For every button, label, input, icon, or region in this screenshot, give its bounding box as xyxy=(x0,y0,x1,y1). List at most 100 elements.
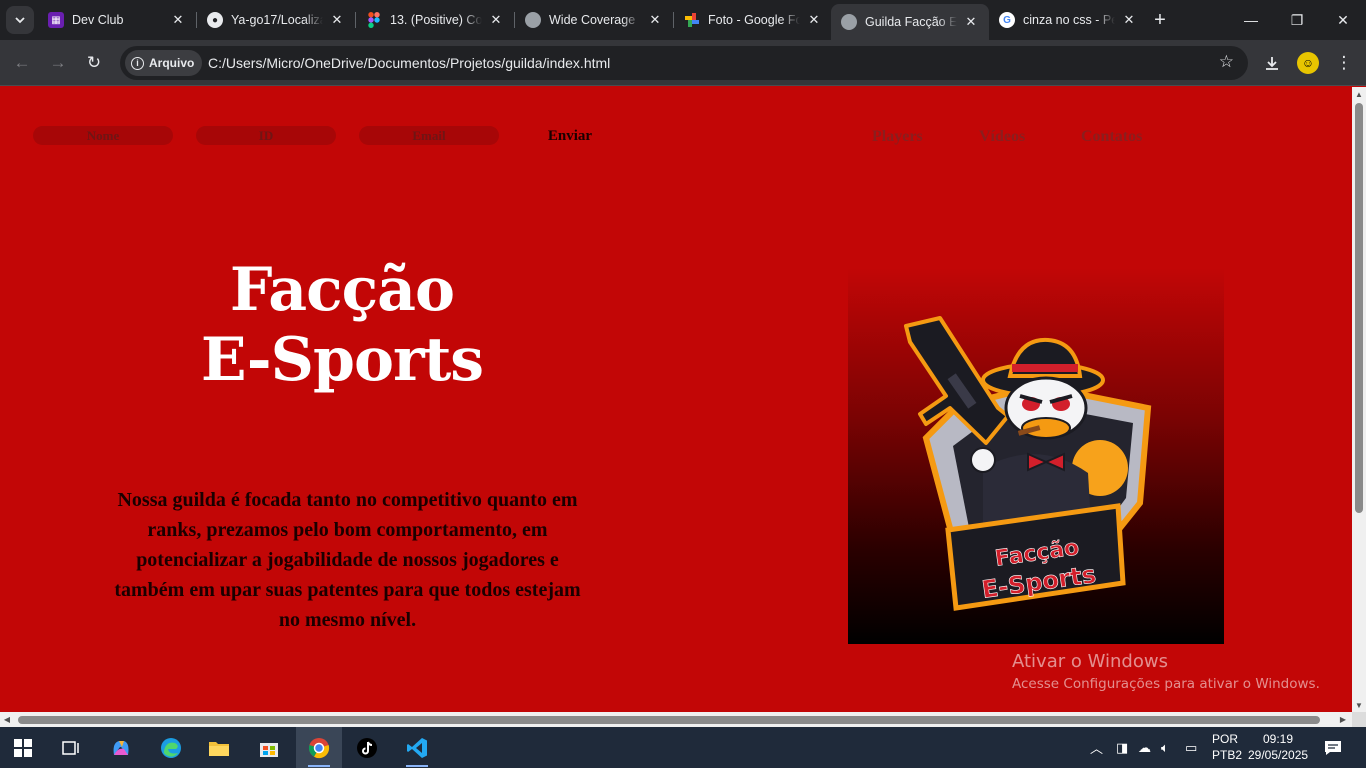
keyboard-layout: PTB2 xyxy=(1212,748,1243,762)
windows-taskbar: ︿ ◨ ☁ 🔈︎ ▭ POR PTB2 09:19 29/05/2025 xyxy=(0,727,1366,768)
close-icon[interactable]: ✕ xyxy=(963,14,979,30)
tab-title: Ya-go17/Localiza xyxy=(231,13,323,27)
microsoft-store-button[interactable] xyxy=(246,727,292,768)
figma-icon xyxy=(366,12,382,28)
arrow-right-icon: → xyxy=(49,53,67,72)
vertical-scroll-thumb[interactable] xyxy=(1355,103,1363,513)
input-language[interactable]: POR PTB2 xyxy=(1212,731,1242,763)
tab-cinza-css[interactable]: G cinza no css - Pe ✕ xyxy=(989,4,1147,36)
nav-videos-link[interactable]: Vídeos xyxy=(979,128,1025,146)
clock-time: 09:19 xyxy=(1262,732,1294,746)
hero-description: Nossa guilda é focada tanto no competiti… xyxy=(114,489,581,631)
close-icon[interactable]: ✕ xyxy=(170,12,186,28)
id-input[interactable] xyxy=(196,126,336,145)
language-code: POR xyxy=(1212,732,1239,746)
hero-title-line1: Facção xyxy=(229,255,455,325)
scroll-right-icon[interactable]: ▶ xyxy=(1336,712,1350,727)
start-button[interactable] xyxy=(0,727,46,768)
task-view-icon xyxy=(62,740,79,755)
scroll-corner xyxy=(1352,712,1366,727)
tab-title: cinza no css - Pe xyxy=(1023,13,1115,27)
hero-title-line2: E-Sports xyxy=(200,325,484,395)
tab-title: Wide Coverage xyxy=(549,13,636,27)
address-bar[interactable]: i Arquivo C:/Users/Micro/OneDrive/Docume… xyxy=(120,46,1248,80)
close-icon[interactable]: ✕ xyxy=(1121,12,1137,28)
restore-button[interactable]: ❐ xyxy=(1274,0,1320,40)
notifications-button[interactable] xyxy=(1324,727,1342,768)
avatar-icon: ☺ xyxy=(1301,56,1315,70)
devclub-icon: ▦ xyxy=(48,12,64,28)
copilot-button[interactable] xyxy=(98,727,144,768)
tab-title: 13. (Positive) Cor xyxy=(390,13,482,27)
store-icon xyxy=(260,742,278,757)
tray-meet-now[interactable]: ◨ xyxy=(1116,727,1128,768)
show-hidden-icons-button[interactable]: ︿ xyxy=(1090,727,1103,768)
close-icon[interactable]: ✕ xyxy=(329,12,345,28)
web-page: Enviar Players Vídeos Contatos Facção E-… xyxy=(0,87,1352,712)
tab-figma[interactable]: 13. (Positive) Cor ✕ xyxy=(356,4,514,36)
file-explorer-button[interactable] xyxy=(196,727,242,768)
info-icon: i xyxy=(131,56,144,70)
new-tab-button[interactable]: + xyxy=(1148,8,1172,32)
profile-avatar[interactable]: ☺ xyxy=(1297,52,1319,74)
url-text[interactable]: C:/Users/Micro/OneDrive/Documentos/Proje… xyxy=(208,55,610,71)
chevron-up-icon: ︿ xyxy=(1090,741,1104,756)
task-view-button[interactable] xyxy=(48,727,94,768)
scroll-left-icon[interactable]: ◀ xyxy=(0,712,14,727)
vscode-button[interactable] xyxy=(394,727,440,768)
speaker-icon: 🔈︎ xyxy=(1161,739,1169,755)
forward-button[interactable]: → xyxy=(44,49,72,77)
close-icon[interactable]: ✕ xyxy=(806,12,822,28)
close-icon[interactable]: ✕ xyxy=(488,12,504,28)
plus-icon: + xyxy=(1154,8,1166,31)
scroll-down-icon[interactable]: ▼ xyxy=(1352,698,1366,712)
tray-volume[interactable]: 🔈︎ xyxy=(1161,727,1169,768)
site-info-chip[interactable]: i Arquivo xyxy=(125,50,203,76)
copilot-icon xyxy=(113,740,129,755)
tab-search-button[interactable] xyxy=(6,6,34,34)
clock-date: 29/05/2025 xyxy=(1248,748,1309,762)
bookmark-star-icon[interactable]: ☆ xyxy=(1219,52,1234,72)
horizontal-scroll-thumb[interactable] xyxy=(18,716,1320,724)
email-input[interactable] xyxy=(359,126,499,145)
browser-toolbar: ← → ↻ i Arquivo C:/Users/Micro/OneDrive/… xyxy=(0,40,1366,86)
nav-contatos-link[interactable]: Contatos xyxy=(1081,128,1142,146)
tab-google-photos[interactable]: Foto - Google Fo ✕ xyxy=(674,4,832,36)
submit-button[interactable]: Enviar xyxy=(530,126,610,146)
menu-button[interactable]: ⋮ xyxy=(1330,49,1358,77)
arrow-left-icon: ← xyxy=(13,53,31,72)
back-button[interactable]: ← xyxy=(8,49,36,77)
vertical-scrollbar[interactable]: ▲ ▼ xyxy=(1352,87,1366,712)
edge-button[interactable] xyxy=(148,727,194,768)
nav-players-link[interactable]: Players xyxy=(872,128,923,146)
windows-activation-title: Ativar o Windows xyxy=(1012,651,1168,672)
downloads-button[interactable] xyxy=(1258,49,1286,77)
guild-logo-image: Facção E-Sports xyxy=(848,268,1224,644)
name-input[interactable] xyxy=(33,126,173,145)
taskbar-clock[interactable]: 09:19 29/05/2025 xyxy=(1248,731,1308,763)
tab-dev-club[interactable]: ▦ Dev Club ✕ xyxy=(38,4,196,36)
minimize-button[interactable]: — xyxy=(1228,0,1274,40)
tab-github[interactable]: ● Ya-go17/Localiza ✕ xyxy=(197,4,355,36)
tiktok-button[interactable] xyxy=(344,727,390,768)
tab-guilda-active[interactable]: Guilda Facção E ✕ xyxy=(831,4,989,40)
chrome-taskbar-button[interactable] xyxy=(296,727,342,768)
chevron-down-icon xyxy=(15,17,25,24)
notification-icon xyxy=(1325,740,1341,755)
horizontal-scrollbar[interactable]: ◀ ▶ xyxy=(0,712,1352,727)
reload-button[interactable]: ↻ xyxy=(80,49,108,77)
close-window-button[interactable]: ✕ xyxy=(1320,0,1366,40)
google-icon: G xyxy=(999,12,1015,28)
tab-wide-coverage[interactable]: Wide Coverage ✕ xyxy=(515,4,673,36)
tiktok-icon xyxy=(357,737,377,758)
close-icon[interactable]: ✕ xyxy=(647,12,663,28)
vscode-icon xyxy=(407,737,427,758)
google-photos-icon xyxy=(684,12,700,28)
tray-network[interactable]: ▭ xyxy=(1185,727,1197,768)
edge-icon xyxy=(161,737,181,758)
scroll-up-icon[interactable]: ▲ xyxy=(1352,87,1366,101)
tray-onedrive[interactable]: ☁ xyxy=(1138,727,1151,768)
cloud-icon: ☁ xyxy=(1138,739,1151,755)
more-vert-icon: ⋮ xyxy=(1335,53,1353,72)
folder-icon xyxy=(209,741,229,756)
